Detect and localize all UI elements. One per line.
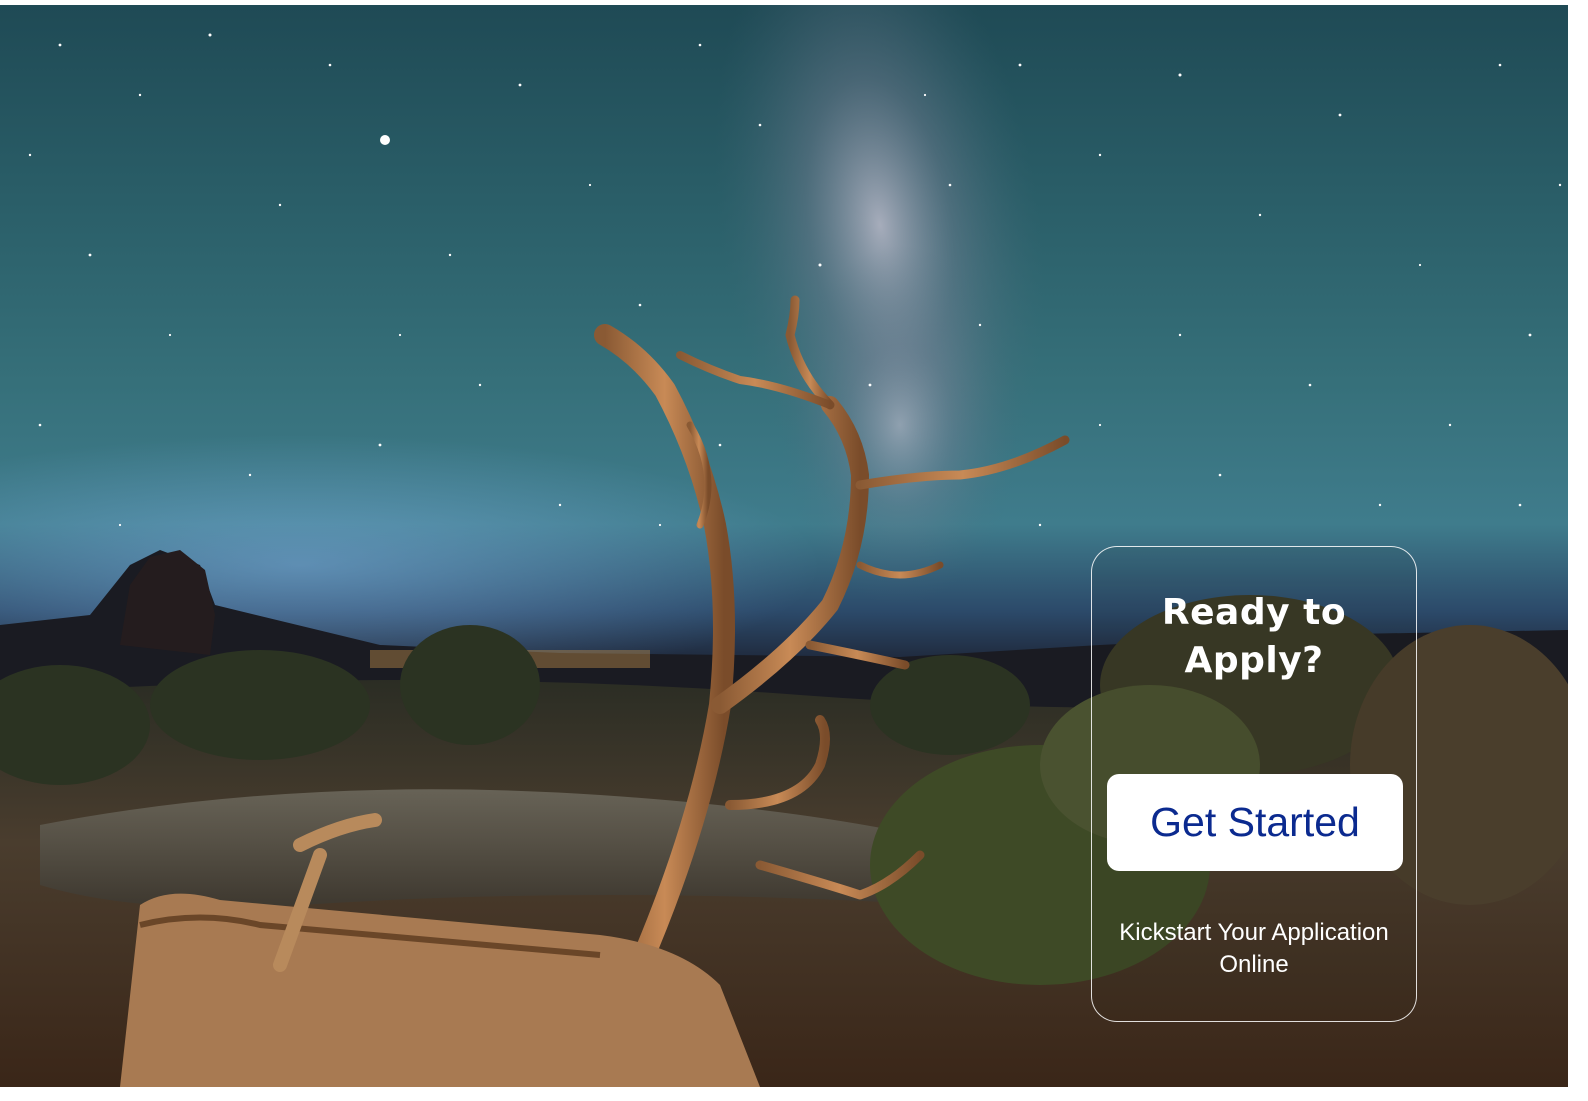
get-started-button[interactable]: Get Started [1107,774,1403,871]
page: Ready to Apply? Get Started Kickstart Yo… [0,0,1588,1101]
cta-card: Ready to Apply? Get Started Kickstart Yo… [1091,546,1417,1022]
cta-caption: Kickstart Your Application Online [1119,919,1389,978]
cta-title: Ready to Apply? [1161,592,1347,681]
